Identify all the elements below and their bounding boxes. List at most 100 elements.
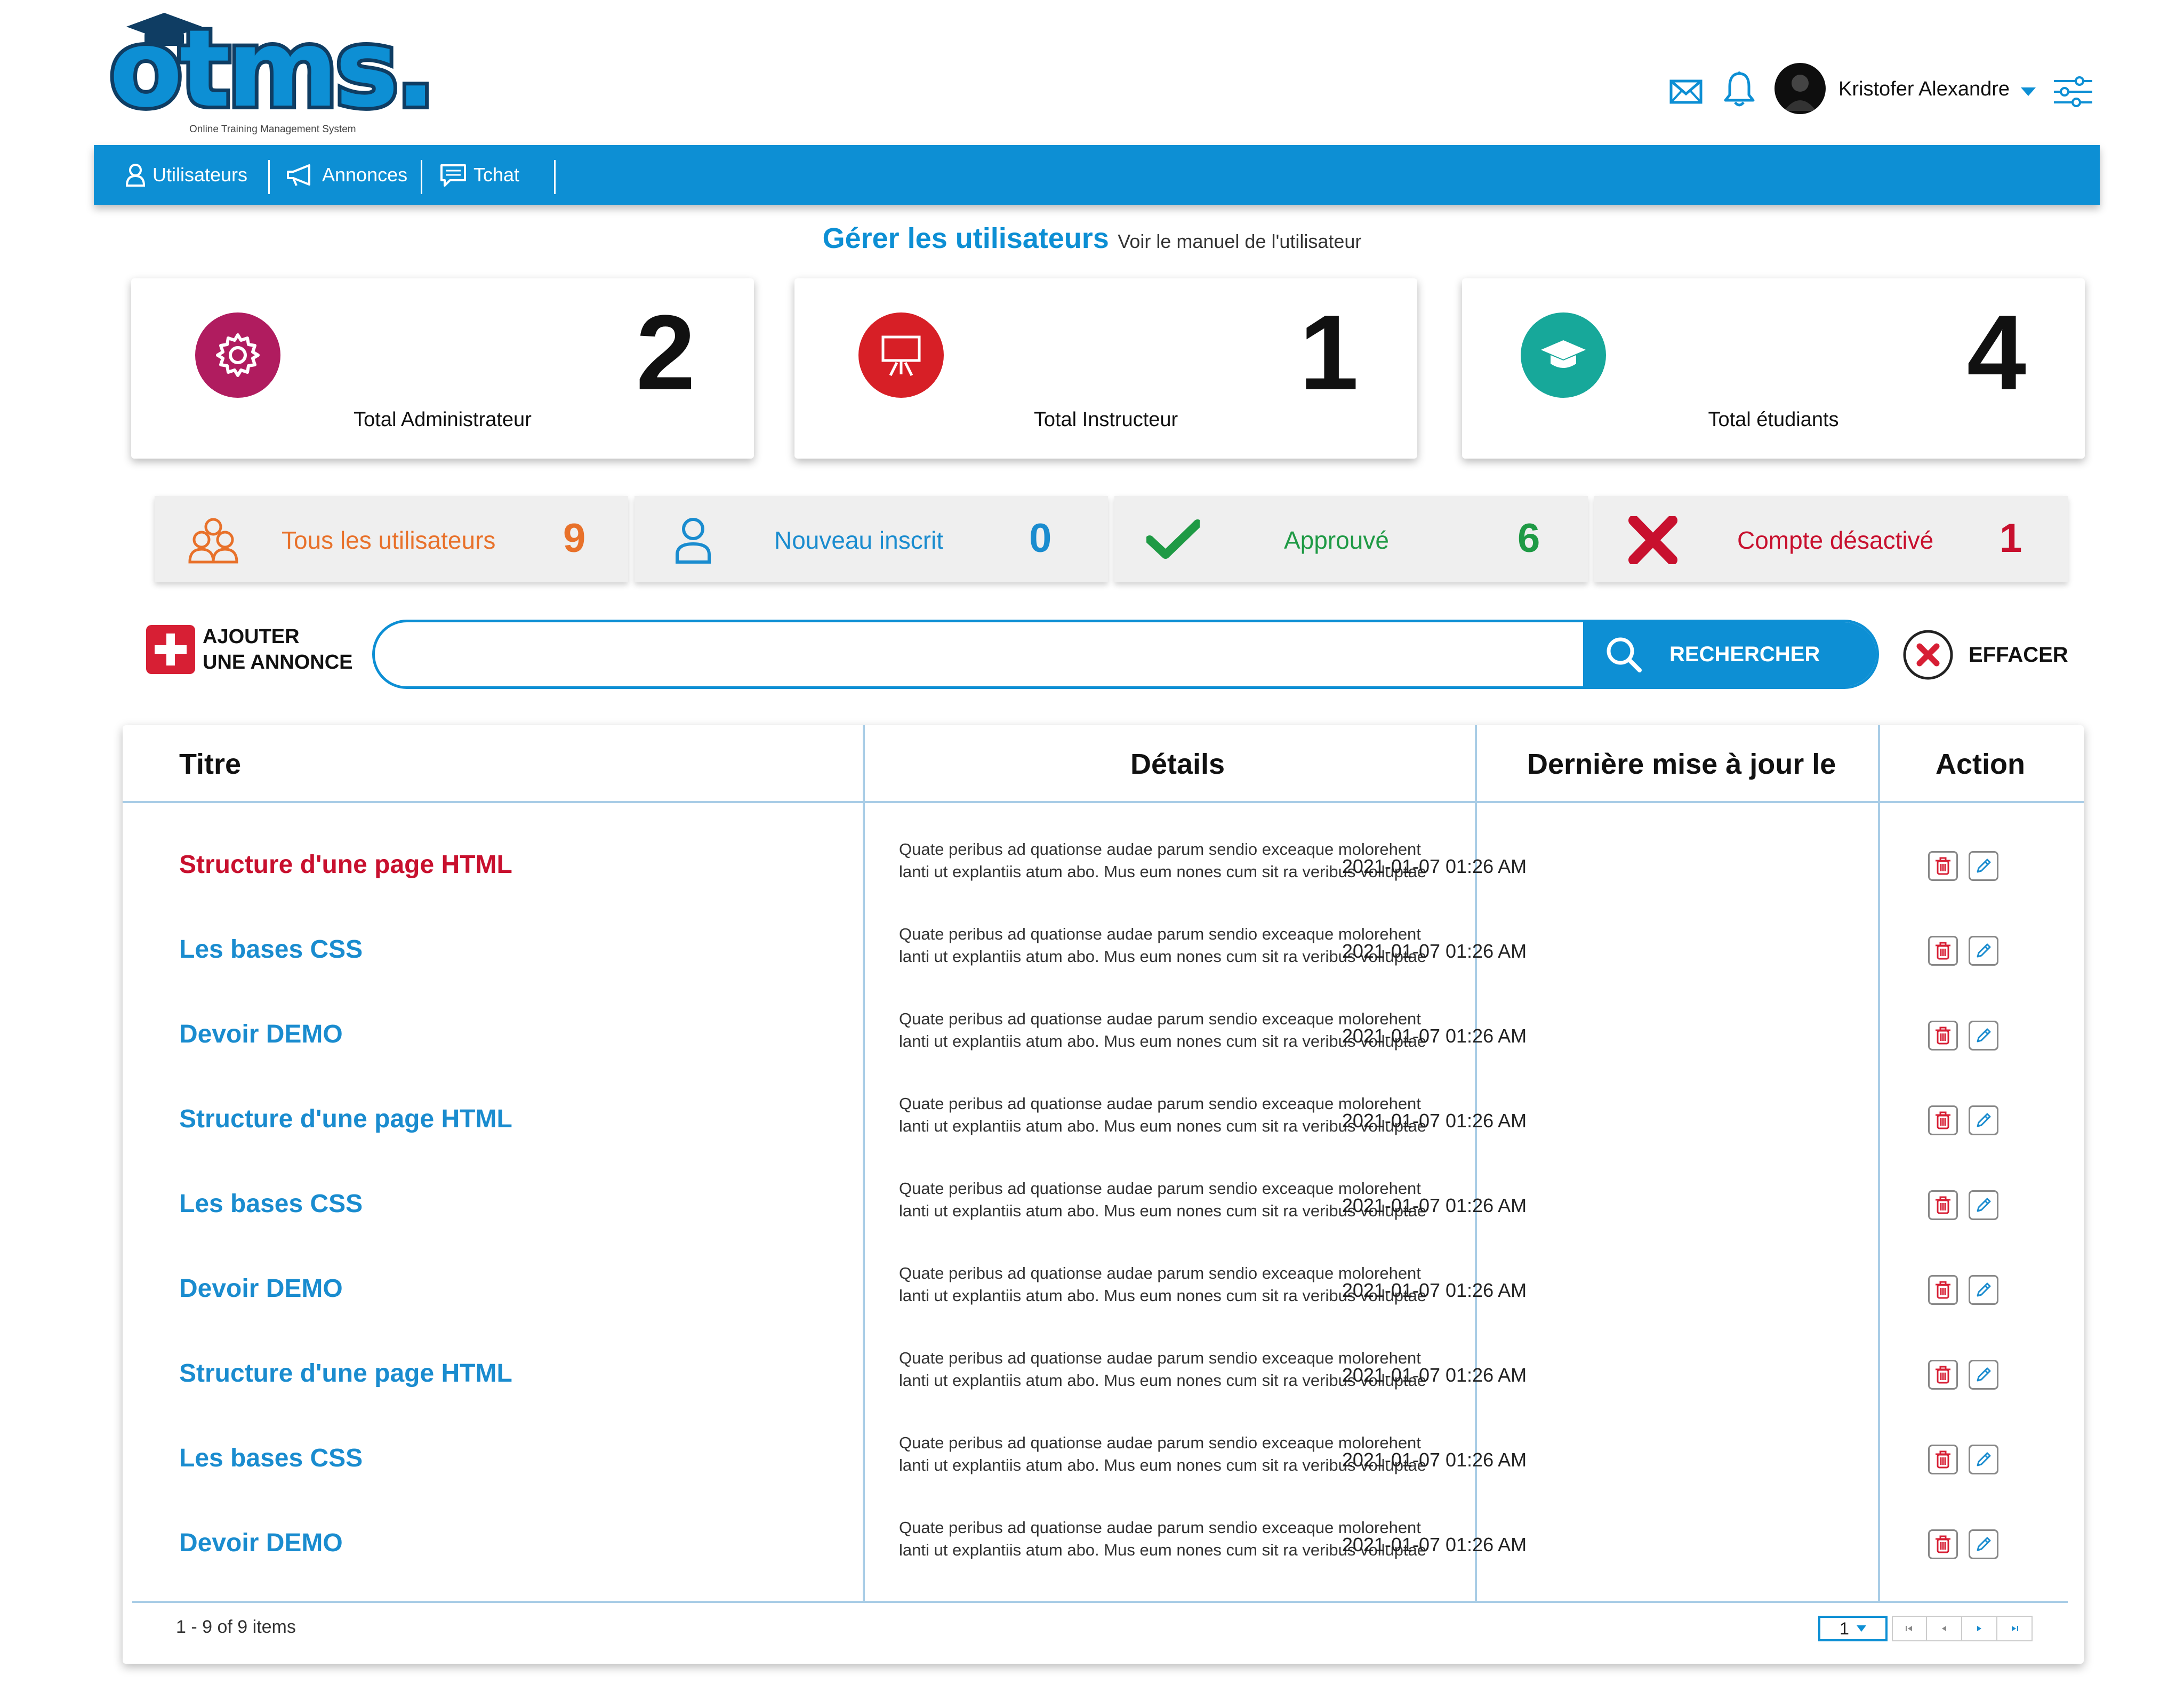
filter-label: Approuvé [1284, 526, 1389, 554]
stat-card-admin: 2 Total Administrateur [131, 278, 754, 459]
search-bar: RECHERCHER [372, 620, 1879, 689]
gear-icon [195, 312, 280, 398]
table-row[interactable]: Structure d'une page HTML Quate peribus a… [123, 1080, 2084, 1165]
row-title-link[interactable]: Les bases CSS [179, 1189, 363, 1218]
stat-card-students: 4 Total étudiants [1462, 278, 2085, 459]
trash-icon [1934, 1280, 1952, 1300]
filter-deactivated[interactable]: Compte désactivé 1 [1594, 496, 2068, 582]
footer-divider [132, 1601, 2068, 1603]
row-title-link[interactable]: Devoir DEMO [179, 1528, 343, 1558]
table-row[interactable]: Les bases CSS Quate peribus ad quationse … [123, 910, 2084, 995]
search-input[interactable] [396, 622, 1569, 686]
pencil-icon [1974, 1450, 1993, 1469]
filter-all-users[interactable]: Tous les utilisateurs 9 [155, 496, 628, 582]
trash-icon [1934, 941, 1952, 960]
mail-icon[interactable] [1669, 75, 1703, 109]
chevron-down-icon [1856, 1625, 1866, 1632]
row-date: 2021-01-07 01:26 AM [1342, 1279, 1527, 1301]
prev-page-button[interactable] [1927, 1616, 1962, 1641]
pencil-icon [1974, 857, 1993, 875]
page-select[interactable]: 1 [1818, 1616, 1888, 1641]
edit-button[interactable] [1969, 1021, 1998, 1051]
user-manual-link[interactable]: Voir le manuel de l'utilisateur [1118, 230, 1361, 252]
search-button-label: RECHERCHER [1669, 642, 1820, 666]
avatar-silhouette-icon [1784, 75, 1816, 111]
trash-icon [1934, 856, 1952, 876]
delete-button[interactable] [1928, 1529, 1958, 1559]
add-label-line2: UNE ANNONCE [203, 651, 353, 673]
add-announcement-button[interactable]: AJOUTER UNE ANNONCE [146, 624, 353, 675]
bell-icon[interactable] [1722, 70, 1756, 109]
row-title-link[interactable]: Les bases CSS [179, 1444, 363, 1473]
column-header-date[interactable]: Dernière mise à jour le [1527, 748, 1836, 781]
nav-item-annonces[interactable]: Annonces [286, 145, 407, 205]
stat-card-instructor: 1 Total Instructeur [794, 278, 1417, 459]
column-header-title[interactable]: Titre [179, 748, 241, 781]
trash-icon [1934, 1196, 1952, 1215]
nav-item-utilisateurs[interactable]: Utilisateurs [125, 145, 247, 205]
delete-button[interactable] [1928, 851, 1958, 881]
first-page-icon [1906, 1626, 1912, 1631]
row-title-link[interactable]: Structure d'une page HTML [179, 850, 512, 879]
edit-button[interactable] [1969, 1275, 1998, 1305]
user-name[interactable]: Kristofer Alexandre [1838, 78, 2010, 101]
table-row[interactable]: Structure d'une page HTML Quate peribus a… [123, 825, 2084, 910]
first-page-button[interactable] [1892, 1616, 1927, 1641]
nav-item-tchat[interactable]: Tchat [439, 145, 519, 205]
otms-logo[interactable]: otms. Online Training Management System [106, 11, 439, 135]
table-row[interactable]: Devoir DEMO Quate peribus ad quationse au… [123, 995, 2084, 1080]
row-date: 2021-01-07 01:26 AM [1342, 855, 1527, 877]
delete-button[interactable] [1928, 1105, 1958, 1135]
row-title-link[interactable]: Devoir DEMO [179, 1274, 343, 1303]
filter-label: Nouveau inscrit [774, 526, 944, 554]
row-title-link[interactable]: Les bases CSS [179, 935, 363, 964]
edit-button[interactable] [1969, 1529, 1998, 1559]
edit-button[interactable] [1969, 1190, 1998, 1220]
edit-button[interactable] [1969, 851, 1998, 881]
row-title-link[interactable]: Structure d'une page HTML [179, 1359, 512, 1388]
table-row[interactable]: Devoir DEMO Quate peribus ad quationse au… [123, 1249, 2084, 1334]
trash-icon [1934, 1026, 1952, 1045]
table-row[interactable]: Devoir DEMO Quate peribus ad quationse au… [123, 1504, 2084, 1589]
delete-button[interactable] [1928, 936, 1958, 966]
edit-button[interactable] [1969, 1105, 1998, 1135]
stat-label: Total Instructeur [1033, 408, 1178, 431]
search-button[interactable]: RECHERCHER [1583, 622, 1876, 686]
chevron-down-icon[interactable] [2021, 87, 2036, 96]
logo-subtitle: Online Training Management System [189, 124, 356, 135]
row-date: 2021-01-07 01:26 AM [1342, 1364, 1527, 1386]
table-row[interactable]: Structure d'une page HTML Quate peribus a… [123, 1334, 2084, 1419]
next-page-button[interactable] [1962, 1616, 1997, 1641]
delete-button[interactable] [1928, 1021, 1958, 1051]
users-group-icon [188, 518, 238, 564]
x-icon [1628, 516, 1677, 564]
main-navbar: Utilisateurs Annonces Tchat [94, 145, 2100, 205]
add-label-line1: AJOUTER [203, 626, 300, 648]
user-icon [676, 518, 711, 564]
edit-button[interactable] [1969, 1445, 1998, 1474]
table-row[interactable]: Les bases CSS Quate peribus ad quationse … [123, 1165, 2084, 1249]
nav-divider [268, 160, 270, 194]
edit-button[interactable] [1969, 936, 1998, 966]
delete-button[interactable] [1928, 1445, 1958, 1474]
clear-button[interactable]: EFFACER [1902, 629, 2068, 680]
delete-button[interactable] [1928, 1360, 1958, 1390]
trash-icon [1934, 1365, 1952, 1384]
delete-button[interactable] [1928, 1275, 1958, 1305]
page-select-value: 1 [1840, 1618, 1849, 1638]
row-title-link[interactable]: Structure d'une page HTML [179, 1104, 512, 1134]
nav-label: Utilisateurs [152, 164, 248, 186]
user-icon [125, 164, 146, 187]
row-title-link[interactable]: Devoir DEMO [179, 1020, 343, 1049]
avatar[interactable] [1774, 63, 1826, 114]
delete-button[interactable] [1928, 1190, 1958, 1220]
settings-sliders-icon[interactable] [2053, 76, 2093, 108]
table-row[interactable]: Les bases CSS Quate peribus ad quationse … [123, 1419, 2084, 1504]
announcements-table: Titre Détails Dernière mise à jour le Ac… [123, 725, 2084, 1664]
edit-button[interactable] [1969, 1360, 1998, 1390]
prev-page-icon [1942, 1626, 1946, 1631]
filter-new-registered[interactable]: Nouveau inscrit 0 [635, 496, 1108, 582]
last-page-button[interactable] [1997, 1616, 2033, 1641]
column-header-details[interactable]: Détails [1130, 748, 1225, 781]
filter-approved[interactable]: Approuvé 6 [1114, 496, 1588, 582]
